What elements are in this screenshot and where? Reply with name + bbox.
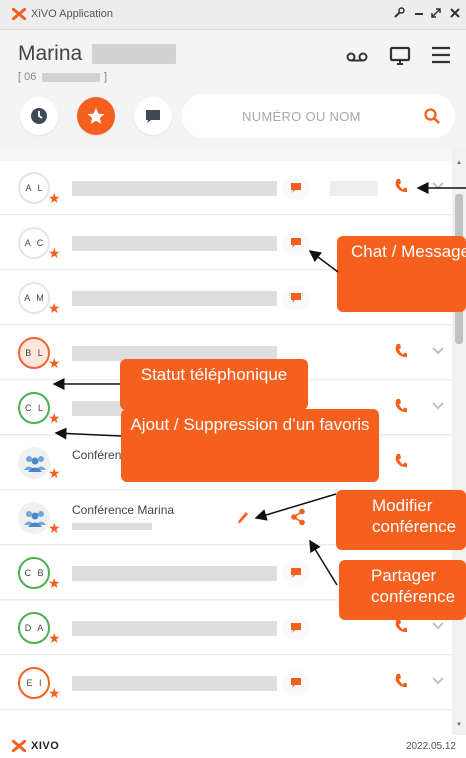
chat-bubble-icon	[291, 293, 301, 303]
chat-button[interactable]	[283, 560, 309, 586]
title-bar: XiVO Application	[0, 0, 466, 30]
contact-name-redacted	[72, 676, 277, 691]
scroll-down-icon[interactable]: ▼	[456, 722, 462, 728]
contact-name-redacted	[72, 566, 277, 581]
header: Marina [ 06 ] NUMÉRO OU NOM	[0, 30, 466, 150]
history-button[interactable]	[20, 97, 58, 135]
favorite-star-icon[interactable]: ★	[48, 521, 61, 535]
contact-info-redacted	[330, 181, 378, 196]
contact-avatar: C B	[18, 557, 50, 589]
favorite-star-icon[interactable]: ★	[48, 191, 61, 205]
chat-button[interactable]	[283, 615, 309, 641]
chat-bubble-icon	[291, 183, 301, 193]
contact-row[interactable]	[0, 711, 452, 735]
user-number-redacted	[42, 73, 100, 82]
chat-tab-button[interactable]	[134, 97, 172, 135]
favorite-star-icon[interactable]: ★	[48, 246, 61, 260]
favorite-star-icon[interactable]: ★	[48, 411, 61, 425]
close-button[interactable]	[450, 6, 460, 22]
user-name-redacted	[92, 44, 176, 64]
phone-icon[interactable]	[394, 343, 408, 359]
conference-name: Conférence Marina	[72, 503, 175, 517]
edit-pencil-icon[interactable]	[236, 509, 250, 525]
chat-button[interactable]	[283, 230, 309, 256]
search-icon[interactable]	[423, 107, 441, 125]
phone-icon[interactable]	[394, 673, 408, 689]
contact-avatar: C L	[18, 392, 50, 424]
message-icon	[146, 110, 160, 123]
phone-icon[interactable]	[394, 453, 408, 469]
maximize-button[interactable]	[430, 6, 442, 22]
contact-row[interactable]: A L ★	[0, 161, 452, 215]
contact-name-redacted	[72, 181, 277, 196]
phone-icon[interactable]	[394, 178, 408, 194]
conference-avatar	[18, 502, 50, 534]
footer-date: 2022.05.12	[405, 741, 456, 752]
favorite-star-icon[interactable]: ★	[48, 576, 61, 590]
desktop-icon[interactable]	[389, 46, 411, 71]
favorite-star-icon[interactable]: ★	[48, 466, 61, 480]
chat-bubble-icon	[291, 568, 301, 578]
window-title: XiVO Application	[31, 8, 113, 20]
search-placeholder: NUMÉRO OU NOM	[242, 109, 361, 124]
xivo-logo-icon	[12, 8, 26, 20]
conference-avatar	[18, 447, 50, 479]
user-number-suffix: ]	[104, 71, 108, 83]
group-icon	[24, 456, 46, 472]
chevron-down-icon[interactable]	[432, 401, 444, 411]
favorite-star-icon[interactable]: ★	[48, 301, 61, 315]
favorite-star-icon[interactable]: ★	[48, 686, 61, 700]
group-icon	[24, 511, 46, 527]
footer-brand: XIVO	[31, 740, 60, 752]
chevron-down-icon[interactable]	[432, 181, 444, 191]
chat-bubble-icon	[291, 238, 301, 248]
contact-avatar: A L	[18, 172, 50, 204]
contact-name-redacted	[72, 621, 277, 636]
scroll-up-icon[interactable]: ▲	[456, 160, 462, 166]
phone-icon[interactable]	[394, 618, 408, 634]
footer: XIVO 2022.05.12	[0, 735, 466, 758]
annotation-favorite: Ajout / Suppression d’un favoris	[121, 409, 379, 482]
minimize-button[interactable]	[414, 6, 424, 22]
chevron-down-icon[interactable]	[432, 676, 444, 686]
menu-icon[interactable]	[431, 46, 451, 69]
xivo-logo-icon	[12, 740, 26, 752]
search-field[interactable]: NUMÉRO OU NOM	[182, 94, 455, 138]
contact-name-redacted	[72, 236, 277, 251]
contact-avatar: D A	[18, 612, 50, 644]
favorite-star-icon[interactable]: ★	[48, 356, 61, 370]
star-icon	[87, 108, 105, 124]
contact-avatar: A C	[18, 227, 50, 259]
chat-bubble-icon	[291, 623, 301, 633]
contact-avatar: E I	[18, 667, 50, 699]
annotation-share: Partager conférence	[339, 560, 466, 620]
conference-number-redacted	[72, 523, 152, 530]
chevron-down-icon[interactable]	[432, 346, 444, 356]
wrench-icon[interactable]	[393, 6, 405, 22]
annotation-status: Statut téléphonique	[120, 359, 308, 410]
chat-button[interactable]	[283, 670, 309, 696]
contact-name-redacted	[72, 291, 277, 306]
chat-button[interactable]	[283, 175, 309, 201]
chat-bubble-icon	[291, 678, 301, 688]
annotation-edit: Modifier conférence	[336, 490, 466, 550]
chat-button[interactable]	[283, 285, 309, 311]
share-icon[interactable]	[290, 508, 306, 526]
favorites-button[interactable]	[77, 97, 115, 135]
voicemail-icon[interactable]	[346, 50, 368, 68]
annotation-chat: Chat / Messagerie instantanée	[337, 236, 466, 312]
phone-icon[interactable]	[394, 398, 408, 414]
clock-icon	[31, 108, 47, 124]
contact-avatar: A M	[18, 282, 50, 314]
favorite-star-icon[interactable]: ★	[48, 631, 61, 645]
chevron-down-icon[interactable]	[432, 621, 444, 631]
user-number-prefix: [ 06	[18, 71, 37, 83]
user-name: Marina	[18, 42, 83, 65]
contact-row[interactable]: E I ★	[0, 656, 452, 710]
contact-avatar: B L	[18, 337, 50, 369]
